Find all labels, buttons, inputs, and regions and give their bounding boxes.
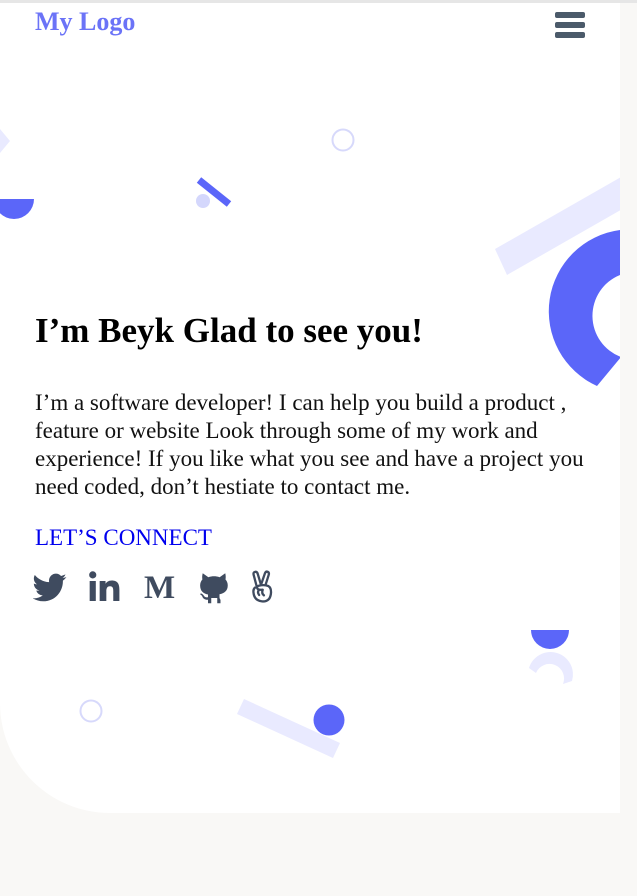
deco-ring-bottom bbox=[79, 699, 103, 723]
angellist-link[interactable] bbox=[248, 569, 276, 605]
hamburger-menu-icon bbox=[555, 12, 585, 38]
menu-button[interactable] bbox=[555, 12, 585, 40]
deco-ring-top bbox=[331, 128, 355, 152]
deco-half-disc-lower bbox=[531, 630, 569, 649]
hero-heading: I’m Beyk Glad to see you! bbox=[35, 311, 423, 350]
deco-dot-small bbox=[196, 194, 210, 208]
github-link[interactable] bbox=[199, 569, 229, 605]
angellist-icon bbox=[252, 570, 273, 603]
hero-bio: I’m a software developer! I can help you… bbox=[35, 390, 584, 499]
logo[interactable]: My Logo bbox=[35, 7, 135, 37]
medium-icon: M bbox=[144, 570, 176, 606]
linkedin-icon bbox=[89, 571, 120, 601]
github-icon bbox=[200, 573, 228, 604]
deco-arc-right bbox=[548, 230, 620, 386]
deco-triangle-left bbox=[0, 129, 10, 153]
deco-half-circle-left bbox=[0, 199, 34, 219]
twitter-icon bbox=[33, 573, 67, 602]
twitter-link[interactable] bbox=[33, 569, 67, 605]
linkedin-link[interactable] bbox=[89, 569, 121, 605]
deco-dot-bottom bbox=[313, 704, 345, 736]
medium-link[interactable]: M bbox=[144, 569, 175, 607]
lets-connect-link[interactable]: LET’S CONNECT bbox=[35, 525, 212, 551]
hero-section: My Logo I’m Beyk Glad to see you! I’m a … bbox=[0, 3, 620, 813]
deco-arc-lower bbox=[529, 652, 573, 684]
